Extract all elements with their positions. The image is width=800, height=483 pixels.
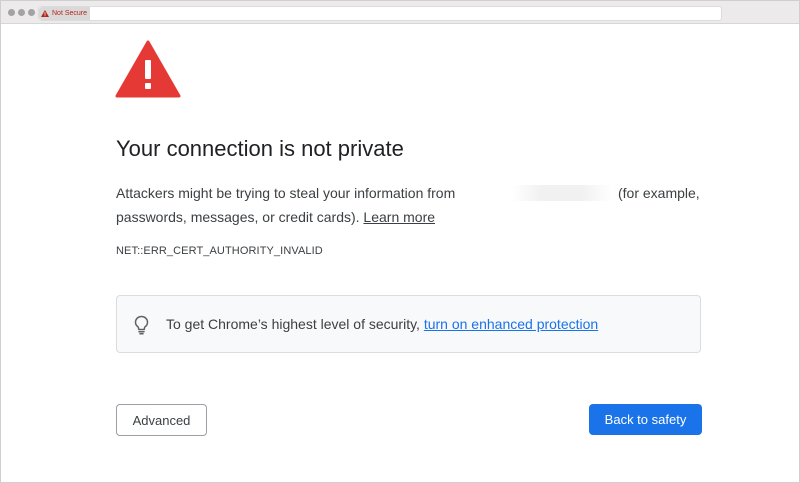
warning-triangle-icon (41, 10, 49, 17)
description-example: (for example, (618, 185, 700, 201)
warning-triangle-icon (115, 40, 181, 98)
lightbulb-icon (134, 315, 149, 335)
address-bar[interactable]: Not Secure (38, 6, 722, 21)
description-text-2: passwords, messages, or credit cards). (116, 209, 360, 225)
promo-text: To get Chrome’s highest level of securit… (166, 316, 420, 332)
error-description: Attackers might be trying to steal your … (116, 181, 716, 229)
browser-titlebar: Not Secure (1, 1, 799, 24)
zoom-window-dot[interactable] (28, 9, 35, 16)
page-title: Your connection is not private (116, 136, 404, 161)
description-line-2: passwords, messages, or credit cards). L… (116, 205, 716, 229)
back-to-safety-button[interactable]: Back to safety (589, 404, 702, 435)
browser-window: Not Secure Your connection is not privat… (0, 0, 800, 483)
enhanced-protection-promo: To get Chrome’s highest level of securit… (116, 295, 701, 353)
redacted-hostname (512, 185, 612, 201)
description-text: Attackers might be trying to steal your … (116, 185, 456, 201)
advanced-button[interactable]: Advanced (116, 404, 207, 436)
not-secure-chip[interactable]: Not Secure (39, 7, 91, 20)
description-line-1: Attackers might be trying to steal your … (116, 181, 716, 205)
learn-more-link[interactable]: Learn more (363, 209, 435, 225)
minimize-window-dot[interactable] (18, 9, 25, 16)
promo-message: To get Chrome’s highest level of securit… (166, 316, 598, 332)
not-secure-label: Not Secure (52, 10, 88, 17)
close-window-dot[interactable] (8, 9, 15, 16)
enhanced-protection-link[interactable]: turn on enhanced protection (424, 316, 598, 332)
error-code: NET::ERR_CERT_AUTHORITY_INVALID (116, 245, 323, 257)
